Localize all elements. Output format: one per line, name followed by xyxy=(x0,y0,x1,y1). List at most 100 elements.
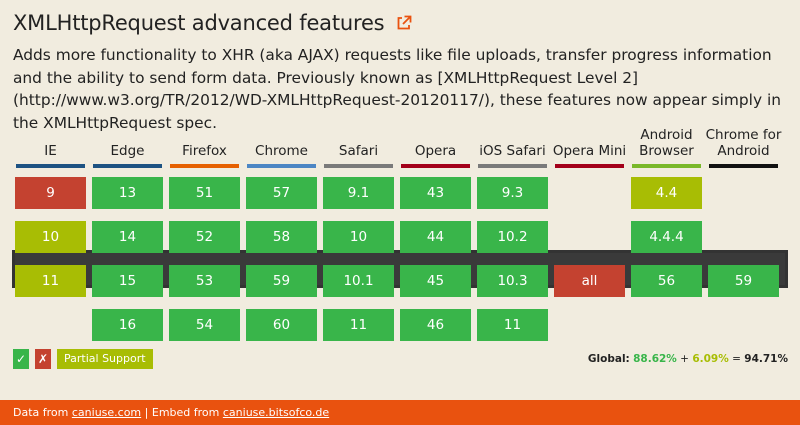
version-badge[interactable]: 4.4.4 xyxy=(631,221,702,253)
version-badge[interactable]: 4.4 xyxy=(631,177,702,209)
browser-color-stripe xyxy=(93,164,162,168)
empty-version-cell xyxy=(708,177,779,209)
version-badge[interactable]: 13 xyxy=(92,177,163,209)
version-badge[interactable]: 46 xyxy=(400,309,471,341)
version-badge[interactable]: 59 xyxy=(246,265,317,297)
version-badge[interactable]: 10 xyxy=(323,221,394,253)
version-cell: 56 xyxy=(628,262,705,300)
browser-color-stripe xyxy=(478,164,547,168)
feature-title: XMLHttpRequest advanced features xyxy=(13,11,385,35)
external-link-icon[interactable] xyxy=(396,15,412,31)
version-cell: 15 xyxy=(89,262,166,300)
browser-header: Android Browser xyxy=(628,127,705,168)
version-cell: 11 xyxy=(320,306,397,344)
browser-name: Safari xyxy=(338,143,379,159)
version-row: 10 14 52 58 10 44 10.2 4.4.4 xyxy=(12,218,782,256)
version-cell: 10 xyxy=(320,218,397,256)
browser-header: Firefox xyxy=(166,127,243,168)
version-badge[interactable]: 54 xyxy=(169,309,240,341)
browser-color-stripe xyxy=(16,164,85,168)
empty-version-cell xyxy=(15,309,86,341)
empty-version-cell xyxy=(554,221,625,253)
browser-name: Chrome xyxy=(255,143,308,159)
empty-version-cell xyxy=(631,309,702,341)
browser-color-stripe xyxy=(170,164,239,168)
empty-version-cell xyxy=(554,177,625,209)
browser-header-row: IE Edge Firefox Chrome Safari Opera iOS Safari… xyxy=(12,127,782,168)
bitsofco-link[interactable]: caniuse.bitsofco.de xyxy=(223,406,329,419)
legend: ✓ ✗ Partial Support xyxy=(13,349,153,369)
global-usage: Global: 88.62% + 6.09% = 94.71% xyxy=(588,349,788,369)
version-badge[interactable]: 57 xyxy=(246,177,317,209)
version-cell: 16 xyxy=(89,306,166,344)
unsupported-legend-icon: ✗ xyxy=(35,349,51,369)
version-cell xyxy=(628,306,705,344)
version-badge[interactable]: 11 xyxy=(323,309,394,341)
version-badge[interactable]: 10 xyxy=(15,221,86,253)
version-cell: 58 xyxy=(243,218,320,256)
version-cell: 9 xyxy=(12,174,89,212)
version-badge[interactable]: 59 xyxy=(708,265,779,297)
global-label: Global: xyxy=(587,353,630,365)
version-badge[interactable]: 51 xyxy=(169,177,240,209)
version-cell xyxy=(551,218,628,256)
browser-name: Android Browser xyxy=(639,127,694,159)
version-badge[interactable]: 10.3 xyxy=(477,265,548,297)
footer: Data from caniuse.com | Embed from caniu… xyxy=(0,400,800,425)
global-plus: + xyxy=(680,353,689,365)
version-badge[interactable]: 44 xyxy=(400,221,471,253)
version-cell xyxy=(12,306,89,344)
version-badge[interactable]: 43 xyxy=(400,177,471,209)
browser-color-stripe xyxy=(709,164,778,168)
version-badge[interactable]: 16 xyxy=(92,309,163,341)
version-badge[interactable]: 60 xyxy=(246,309,317,341)
version-badge[interactable]: 10.1 xyxy=(323,265,394,297)
browser-header: Edge xyxy=(89,127,166,168)
browser-color-stripe xyxy=(401,164,470,168)
version-cell: all xyxy=(551,262,628,300)
browser-color-stripe xyxy=(247,164,316,168)
version-badge[interactable]: 14 xyxy=(92,221,163,253)
version-badge[interactable]: all xyxy=(554,265,625,297)
version-row: 9 13 51 57 9.1 43 9.3 4.4 xyxy=(12,174,782,212)
version-cell xyxy=(705,174,782,212)
browser-color-stripe xyxy=(324,164,393,168)
browser-header: Opera Mini xyxy=(551,127,628,168)
footer-embed-prefix: Embed from xyxy=(151,406,220,419)
version-cell: 13 xyxy=(89,174,166,212)
feature-description: Adds more functionality to XHR (aka AJAX… xyxy=(13,46,781,132)
caniuse-link[interactable]: caniuse.com xyxy=(72,406,141,419)
version-cell: 10.1 xyxy=(320,262,397,300)
version-badge[interactable]: 10.2 xyxy=(477,221,548,253)
version-badge[interactable]: 11 xyxy=(15,265,86,297)
version-cell: 9.1 xyxy=(320,174,397,212)
version-cell xyxy=(705,306,782,344)
version-badge[interactable]: 9.3 xyxy=(477,177,548,209)
version-cell: 11 xyxy=(474,306,551,344)
version-cell: 51 xyxy=(166,174,243,212)
footer-separator: | xyxy=(144,406,149,419)
version-badge[interactable]: 9 xyxy=(15,177,86,209)
version-cell: 10.3 xyxy=(474,262,551,300)
browser-header: Chrome for Android xyxy=(705,127,782,168)
version-cell: 53 xyxy=(166,262,243,300)
version-cell: 4.4.4 xyxy=(628,218,705,256)
browser-name: iOS Safari xyxy=(479,143,546,159)
version-badge[interactable]: 45 xyxy=(400,265,471,297)
version-cell: 59 xyxy=(705,262,782,300)
empty-version-cell xyxy=(708,309,779,341)
version-badge[interactable]: 9.1 xyxy=(323,177,394,209)
browser-header: Opera xyxy=(397,127,474,168)
header: XMLHttpRequest advanced features xyxy=(13,6,412,40)
version-cell: 46 xyxy=(397,306,474,344)
version-badge[interactable]: 52 xyxy=(169,221,240,253)
version-cell: 10 xyxy=(12,218,89,256)
version-badge[interactable]: 58 xyxy=(246,221,317,253)
version-badge[interactable]: 53 xyxy=(169,265,240,297)
version-badge[interactable]: 56 xyxy=(631,265,702,297)
browser-name: Opera xyxy=(414,143,457,159)
version-badge[interactable]: 11 xyxy=(477,309,548,341)
version-cell: 59 xyxy=(243,262,320,300)
version-badge[interactable]: 15 xyxy=(92,265,163,297)
version-cell: 45 xyxy=(397,262,474,300)
